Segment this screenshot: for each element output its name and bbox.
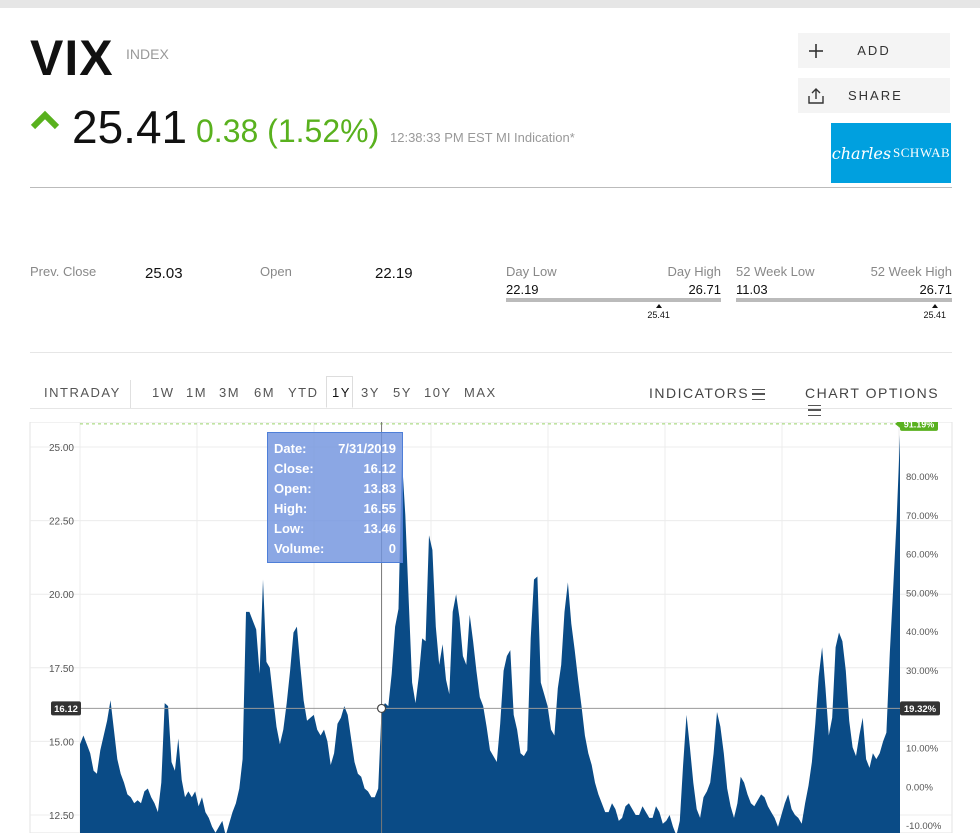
tab-3m[interactable]: 3M [219,385,240,400]
plus-icon [809,44,823,58]
share-icon [808,88,824,104]
day-range-bar [506,298,721,302]
tooltip-close-row: Close: 16.12 [274,459,396,479]
tab-ytd[interactable]: YTD [288,385,319,400]
week52-low-label: 52 Week Low [736,264,815,279]
timeframe-bar: INTRADAY 1W 1M 3M 6M YTD 1Y 3Y 5Y 10Y MA… [30,376,952,416]
y-left-tick-label: 25.00 [49,443,74,454]
y-left-tick-label: 15.00 [49,737,74,748]
day-low-label: Day Low [506,264,557,279]
sponsor-logo[interactable]: charles SCHWAB [831,123,951,183]
menu-icon [752,388,766,400]
tooltip-high-row: High: 16.55 [274,499,396,519]
chart-options-button[interactable]: CHART OPTIONS [805,385,952,417]
chart-options-label: CHART OPTIONS [805,385,940,401]
week52-low-value: 11.03 [736,282,768,297]
tab-10y[interactable]: 10Y [424,385,452,400]
open-label: Open [260,264,292,279]
indicators-label: INDICATORS [649,385,750,401]
price-change: 0.38 (1.52%) [196,113,380,149]
tooltip-volume-label: Volume: [274,541,325,556]
sponsor-logo-script: charles [831,143,892,163]
y-left-tick-label: 12.50 [49,811,74,822]
y-left-tick-label: 17.50 [49,664,74,675]
crosshair-value-label: 16.12 [54,704,78,715]
day-low-value: 22.19 [506,282,539,297]
y-right-tick-label: 10.00% [906,744,939,755]
tab-3y[interactable]: 3Y [361,385,380,400]
y-right-tick-label: 80.00% [906,472,939,483]
vix-area-chart[interactable]: 25.00 22.50 20.00 17.50 15.00 12.50 80.00% 70.0… [0,422,980,833]
y-right-tick-label: 60.00% [906,550,939,561]
indicators-button[interactable]: INDICATORS [649,385,766,401]
ticker-type: INDEX [126,46,169,62]
tab-1y[interactable]: 1Y [332,385,351,400]
open-value: 22.19 [375,265,413,282]
week52-range-bar [736,298,952,302]
tab-6m[interactable]: 6M [254,385,275,400]
tooltip-volume-row: Volume: 0 [274,539,396,559]
day-range-marker: 25.41 [644,304,674,320]
day-high-label: Day High [667,264,721,279]
tooltip-date: 7/31/2019 [338,441,396,456]
y-left-tick-label: 20.00 [49,590,74,601]
crosshair-point [376,703,387,714]
y-right-tick-label: 50.00% [906,588,939,599]
tooltip-low: 13.46 [363,521,396,536]
tooltip-open-row: Open: 13.83 [274,479,396,499]
y-right-tick-label: 70.00% [906,511,939,522]
share-button[interactable]: SHARE [798,78,950,113]
tooltip-volume: 0 [388,541,396,556]
tooltip-low-label: Low: [274,521,305,536]
tooltip-date-label: Date: [274,441,307,456]
timeframe-separator [130,380,131,408]
week52-range-marker: 25.41 [920,304,950,320]
tab-max[interactable]: MAX [464,385,497,400]
share-label: SHARE [848,88,903,103]
tab-intraday[interactable]: INTRADAY [44,385,121,400]
tab-1w[interactable]: 1W [152,385,175,400]
stats-divider [30,352,952,353]
quote-timestamp: 12:38:33 PM EST MI Indication* [390,130,575,145]
tab-5y[interactable]: 5Y [393,385,412,400]
tab-1m[interactable]: 1M [186,385,207,400]
y-left-tick-label: 22.50 [49,517,74,528]
up-arrow-icon [30,110,60,130]
add-button[interactable]: ADD [798,33,950,68]
day-range-current: 25.41 [647,310,670,320]
top-strip [0,0,980,8]
tooltip-close-label: Close: [274,461,314,476]
last-pct-label: 91.19% [904,422,935,429]
y-right-tick-label: 30.00% [906,666,939,677]
y-right-tick-label: 40.00% [906,627,939,638]
day-high-value: 26.71 [688,282,721,297]
current-price: 25.41 [72,101,188,153]
prev-close-label: Prev. Close [30,264,97,279]
tooltip-date-row: Date: 7/31/2019 [274,439,396,459]
chart-tooltip: Date: 7/31/2019 Close: 16.12 Open: 13.83 Hi… [267,432,403,563]
tooltip-high-label: High: [274,501,308,516]
tooltip-open-label: Open: [274,481,312,496]
tooltip-high: 16.55 [363,501,396,516]
ticker-symbol: VIX [30,30,114,86]
y-right-tick-label: -10.00% [906,821,942,832]
crosshair-pct-label: 19.32% [904,704,937,715]
prev-close-value: 25.03 [145,265,183,282]
sponsor-logo-caps: SCHWAB [893,145,951,160]
tooltip-low-row: Low: 13.46 [274,519,396,539]
week52-range-current: 25.41 [923,310,946,320]
y-right-tick-label: 0.00% [906,782,933,793]
menu-icon [808,404,821,416]
header-divider [30,187,952,188]
tooltip-open: 13.83 [363,481,396,496]
add-label: ADD [857,43,891,58]
week52-high-label: 52 Week High [870,264,952,279]
week52-high-value: 26.71 [919,282,952,297]
tooltip-close: 16.12 [363,461,396,476]
